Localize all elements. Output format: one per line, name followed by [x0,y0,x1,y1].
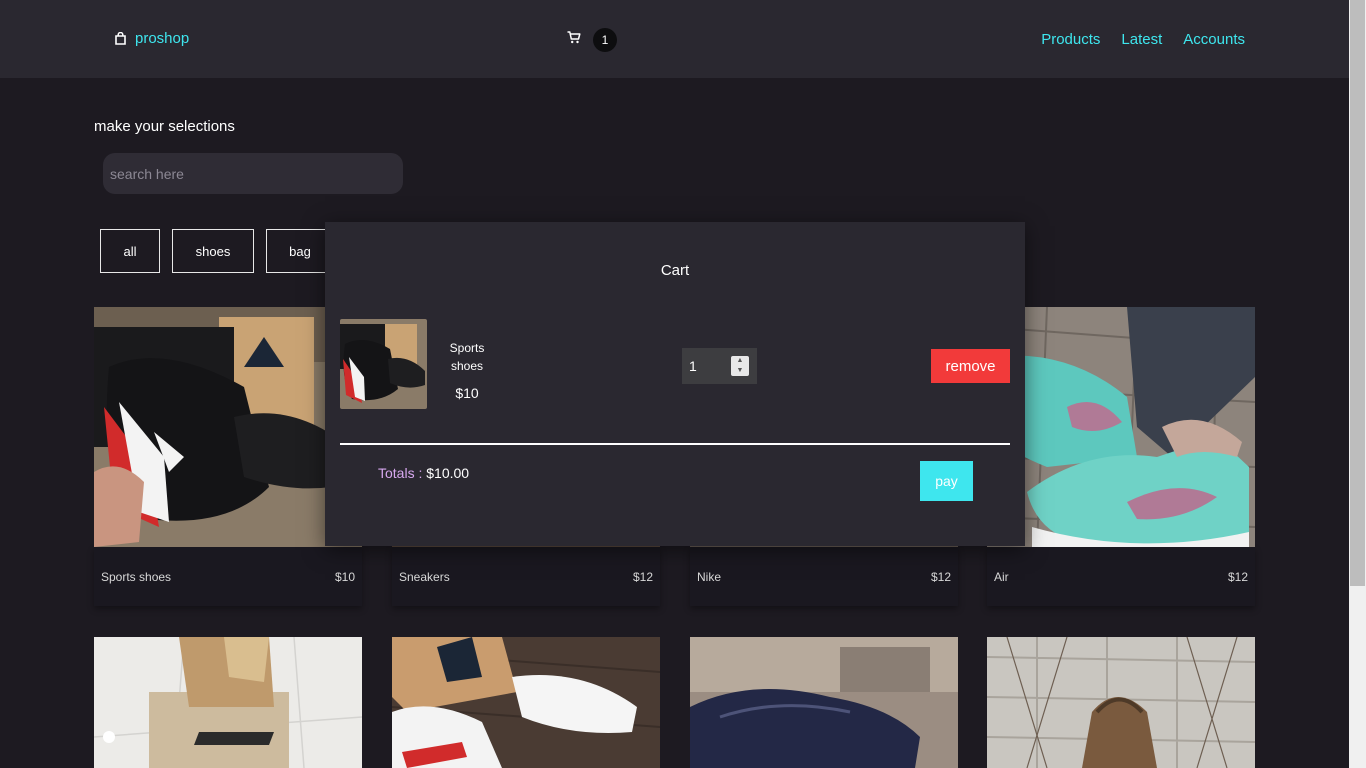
product-card[interactable]: Sports shoes $10 [94,307,362,606]
product-meta: Nike $12 [690,547,958,606]
page-scrollbar[interactable] [1349,0,1366,768]
search-input[interactable] [103,153,403,194]
product-card[interactable] [94,637,362,768]
product-meta: Sports shoes $10 [94,547,362,606]
product-name: Sneakers [399,569,450,584]
nav-link-products[interactable]: Products [1041,31,1100,48]
cart-item-name: Sports shoes [449,341,485,373]
scrollbar-thumb[interactable] [1350,0,1365,586]
product-image[interactable] [987,307,1255,547]
product-price: $10 [334,569,355,584]
product-card[interactable]: Air $12 [987,307,1255,606]
totals-value: $10.00 [426,465,470,481]
product-price: $12 [930,569,951,584]
product-image[interactable] [94,637,362,768]
cart-item-price: $10 [455,385,479,401]
product-card[interactable] [987,637,1255,768]
nav-link-accounts[interactable]: Accounts [1183,31,1245,48]
quantity-value[interactable]: 1 [689,358,697,374]
brand-name[interactable]: proshop [135,30,189,47]
product-name: Air [994,569,1009,584]
quantity-spinner[interactable]: ▲ ▼ [731,356,749,376]
chevron-down-icon[interactable]: ▼ [737,367,744,375]
totals-label: Totals : [378,465,423,481]
cart-icon[interactable] [567,31,581,49]
product-price: $12 [1227,569,1248,584]
cart-modal: Cart Sports shoes $10 1 ▲ ▼ remove Total… [325,222,1025,546]
cart-divider [340,443,1010,445]
product-meta: Air $12 [987,547,1255,606]
bag-icon [114,32,127,45]
remove-button[interactable]: remove [931,349,1010,383]
product-card[interactable] [690,637,958,768]
product-price: $12 [632,569,653,584]
cart-count-badge: 1 [593,28,617,52]
cart-nav-button[interactable]: 1 [567,28,617,52]
product-image[interactable] [94,307,362,547]
cart-item-image [340,319,427,409]
product-name: Nike [697,569,722,584]
quantity-stepper[interactable]: 1 ▲ ▼ [682,348,757,384]
brand-logo[interactable]: proshop [114,30,189,47]
product-name: Sports shoes [101,569,172,584]
product-image[interactable] [690,637,958,768]
product-image[interactable] [987,637,1255,768]
pay-button[interactable]: pay [920,461,973,501]
filter-bag-button[interactable]: bag [266,229,334,273]
nav-link-latest[interactable]: Latest [1121,31,1162,48]
cart-totals: Totals : $10.00 [378,465,469,481]
filter-all-button[interactable]: all [100,229,160,273]
product-meta: Sneakers $12 [392,547,660,606]
cart-modal-title: Cart [660,262,690,279]
chevron-up-icon[interactable]: ▲ [737,357,744,365]
product-card[interactable] [392,637,660,768]
filter-shoes-button[interactable]: shoes [172,229,254,273]
page-heading: make your selections [94,118,235,135]
product-image[interactable] [392,637,660,768]
nav-links: Products Latest Accounts [1041,31,1245,48]
top-navbar: proshop 1 Products Latest Accounts [0,0,1349,78]
